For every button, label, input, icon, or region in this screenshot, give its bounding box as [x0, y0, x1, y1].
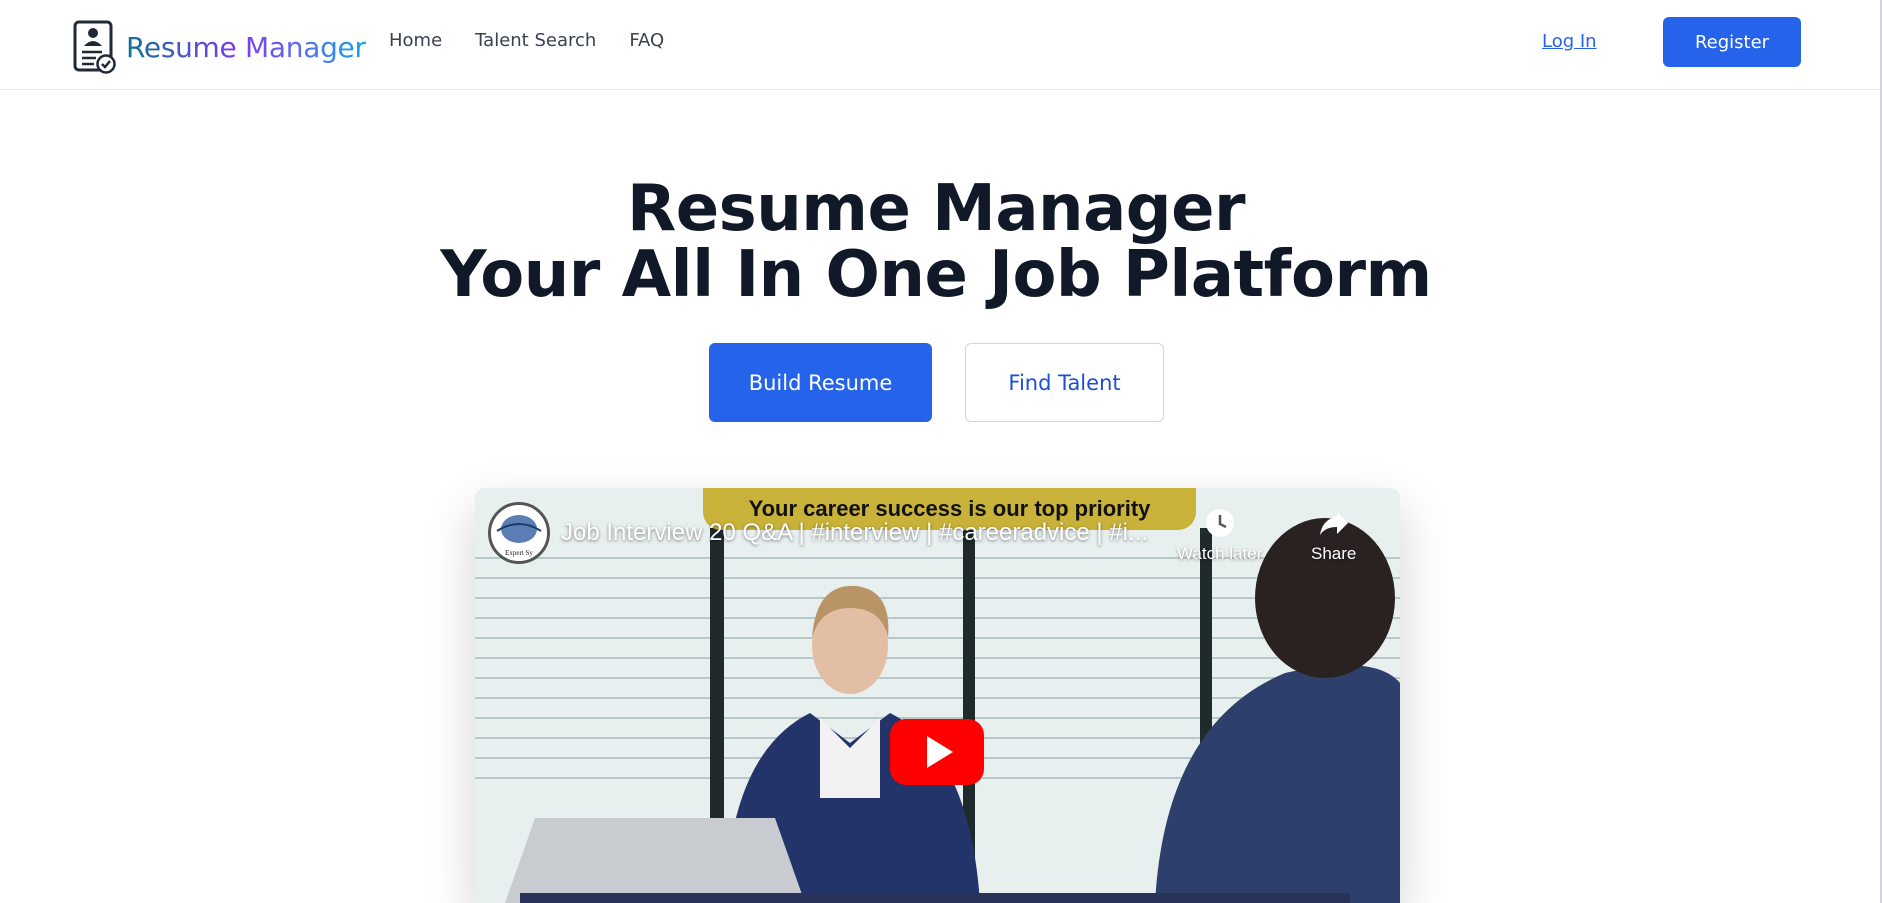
nav-talent-search[interactable]: Talent Search — [475, 30, 596, 51]
watch-later-button[interactable]: Watch later — [1177, 506, 1262, 564]
find-talent-button[interactable]: Find Talent — [965, 343, 1164, 422]
share-label: Share — [1311, 544, 1357, 563]
hero-title: Resume Manager Your All In One Job Platf… — [0, 176, 1872, 308]
nav-faq[interactable]: FAQ — [629, 30, 664, 51]
logo-text: Resume Manager — [126, 30, 366, 64]
nav-home[interactable]: Home — [389, 30, 442, 51]
watch-later-label: Watch later — [1177, 544, 1263, 563]
channel-logo-icon: Expert Sy — [491, 505, 547, 561]
logo-link[interactable]: Resume Manager — [72, 20, 366, 74]
play-button[interactable] — [890, 719, 984, 785]
channel-logo-text: Expert Sy — [505, 549, 533, 557]
build-resume-button[interactable]: Build Resume — [709, 343, 932, 422]
share-icon — [1319, 512, 1348, 535]
share-button[interactable]: Share — [1311, 506, 1356, 564]
video-title[interactable]: Job Interview 20 Q&A | #interview | #car… — [561, 519, 1148, 547]
channel-avatar[interactable]: Expert Sy — [488, 502, 550, 564]
top-navbar: Resume Manager Home Talent Search FAQ Lo… — [0, 0, 1880, 90]
video-embed[interactable]: Your career success is our top priority … — [475, 488, 1400, 903]
register-button[interactable]: Register — [1663, 17, 1801, 67]
play-icon — [927, 736, 953, 768]
hero-title-line2: Your All In One Job Platform — [440, 238, 1432, 312]
clock-icon — [1205, 509, 1234, 537]
login-link[interactable]: Log In — [1542, 31, 1597, 52]
resume-logo-icon — [73, 20, 116, 74]
hero-title-line1: Resume Manager — [626, 172, 1246, 246]
main-nav: Home Talent Search FAQ — [389, 30, 664, 51]
